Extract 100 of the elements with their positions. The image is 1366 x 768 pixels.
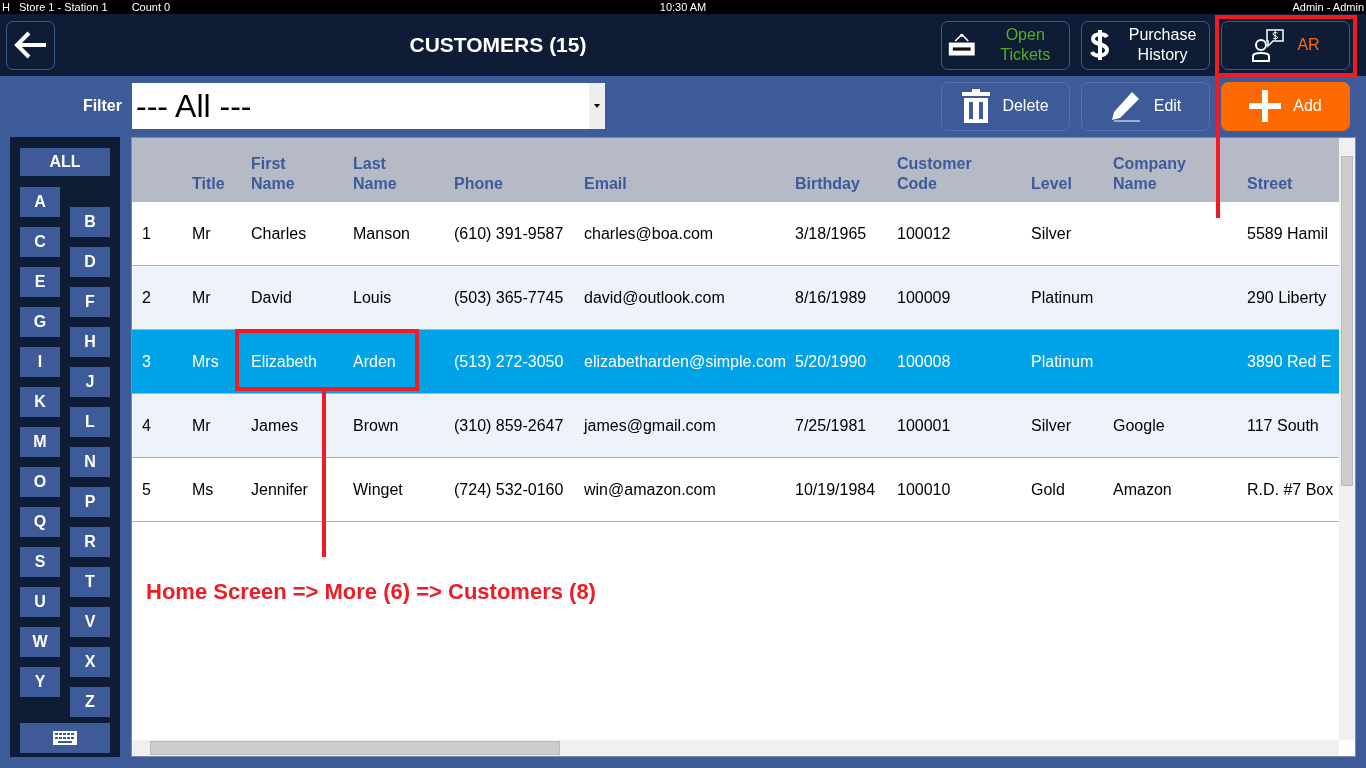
table-cell: 2 [142,288,151,307]
history-button[interactable]: Purchase History [1081,20,1210,70]
table-cell: (310) 859-2647 [454,416,564,435]
letter-button[interactable]: T [70,567,110,597]
letter-button[interactable]: C [20,227,60,257]
letter-button[interactable]: O [20,467,60,497]
table-cell: Brown [353,416,399,435]
table-cell: 5 [142,480,151,499]
horizontal-scrollbar[interactable] [132,740,1339,756]
mode-indicator: H [2,0,10,14]
table-cell: Jennifer [251,480,308,499]
table-cell: 100009 [897,288,951,307]
column-header[interactable]: Last Name [353,154,397,194]
letter-button[interactable]: I [20,347,60,377]
table-cell: (513) 272-3050 [454,352,564,371]
column-header[interactable]: Phone [454,174,503,194]
letter-button[interactable]: N [70,447,110,477]
vertical-scrollbar[interactable] [1339,138,1355,740]
letter-button[interactable]: B [70,207,110,237]
letter-button[interactable]: P [70,487,110,517]
table-cell: win@amazon.com [584,480,716,499]
table-cell: 100001 [897,416,951,435]
table-cell: James [251,416,299,435]
keyboard-icon [53,731,77,745]
table-cell: 5589 Hamil [1247,224,1328,243]
table-row[interactable]: 4 Mr James Brown (310) 859-2647 james@gmail.com 7/25/1981 100001 Silver Google 117 South [132,394,1339,458]
column-header[interactable]: Birthday [795,174,860,194]
person-speech-dollar-icon [1251,28,1286,62]
letter-button[interactable]: X [70,647,110,677]
table-cell: David [251,288,292,307]
column-header[interactable]: First Name [251,154,295,194]
pencil-icon [1109,90,1142,122]
table-cell: Google [1113,416,1165,435]
trash-icon [962,89,991,123]
table-cell: Winget [353,480,403,499]
table-cell: elizabetharden@simple.com [584,352,787,371]
letter-button[interactable]: D [70,247,110,277]
table-cell: Silver [1031,224,1071,243]
filter-label: Filter [81,97,122,115]
table-cell: Amazon [1113,480,1172,499]
page-title: CUSTOMERS (15) [409,33,587,56]
column-header[interactable]: Company Name [1113,154,1186,194]
column-header[interactable]: Street [1247,174,1293,194]
count-label: Count 0 [131,0,171,14]
letter-button[interactable]: Q [20,507,60,537]
open-button[interactable]: Open Tickets [941,20,1070,70]
station-label: Store 1 - Station 1 [18,0,108,14]
delete-button[interactable]: Delete [941,81,1070,131]
back-button[interactable] [6,20,55,70]
table-cell: Elizabeth [251,352,317,371]
table-row[interactable]: 2 Mr David Louis (503) 365-7745 david@outlook.com 8/16/1989 100009 Platinum 290 Liberty [132,266,1339,330]
letter-button[interactable]: E [20,267,60,297]
table-cell: david@outlook.com [584,288,725,307]
letter-button[interactable]: M [20,427,60,457]
column-header[interactable]: Email [584,174,627,194]
table-cell: R.D. #7 Box [1247,480,1334,499]
table-cell: Mr [192,288,211,307]
letter-button[interactable]: Y [20,667,60,697]
letter-button[interactable]: H [70,327,110,357]
letter-button[interactable]: F [70,287,110,317]
letter-button[interactable]: L [70,407,110,437]
table-cell: (610) 391-9587 [454,224,564,243]
letter-button[interactable]: R [70,527,110,557]
table-cell: Gold [1031,480,1065,499]
all-letters-button[interactable]: ALL [20,148,110,176]
letter-button[interactable]: U [20,587,60,617]
letter-button[interactable]: W [20,627,60,657]
letter-button[interactable]: G [20,307,60,337]
table-cell: charles@boa.com [584,224,714,243]
letter-button[interactable]: J [70,367,110,397]
column-header[interactable]: Level [1031,174,1072,194]
keyboard-button[interactable] [20,723,110,753]
edit-button[interactable]: Edit [1081,81,1210,131]
filter-dropdown[interactable]: --- All --- [132,83,605,129]
table-cell: james@gmail.com [584,416,716,435]
table-cell: 290 Liberty [1247,288,1327,307]
column-header[interactable]: Customer Code [897,154,972,194]
table-cell: 5/20/1990 [795,352,867,371]
table-cell: 117 South [1247,416,1319,435]
table-cell: 100012 [897,224,951,243]
table-cell: 3 [142,352,151,371]
letter-button[interactable]: A [20,187,60,217]
ar-button[interactable]: AR [1221,20,1350,70]
column-header[interactable]: Title [192,174,225,194]
user-label: Admin - Admin [1292,0,1364,14]
table-cell: Ms [192,480,214,499]
letter-button[interactable]: V [70,607,110,637]
navigation-caption: Home Screen => More (6) => Customers (8) [146,579,596,605]
table-cell: 1 [142,224,151,243]
letter-button[interactable]: Z [70,687,110,717]
table-cell: Mr [192,224,211,243]
table-cell: 4 [142,416,151,435]
table-cell: Arden [353,352,396,371]
letter-button[interactable]: S [20,547,60,577]
letter-button[interactable]: K [20,387,60,417]
table-cell: Charles [251,224,307,243]
table-cell: Louis [353,288,392,307]
table-cell: Platinum [1031,352,1094,371]
back-arrow-icon [13,31,48,59]
table-cell: Silver [1031,416,1071,435]
